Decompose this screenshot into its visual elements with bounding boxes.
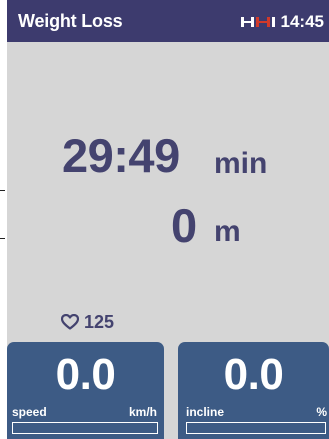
heart-rate-value: 125 [84, 311, 115, 332]
incline-value: 0.0 [223, 350, 284, 399]
distance-unit: m [214, 215, 241, 248]
speed-unit: km/h [128, 405, 157, 419]
speed-label: speed [12, 405, 47, 419]
edge-tick-bottom [0, 238, 5, 239]
incline-tile[interactable]: 0.0 incline % [178, 342, 329, 439]
elapsed-time-display: 29:49 min [7, 128, 329, 188]
heart-icon [61, 314, 79, 330]
speed-value: 0.0 [55, 350, 116, 399]
elapsed-time-unit: min [214, 147, 268, 180]
clock-time: 14:45 [280, 12, 324, 31]
distance-display: 0 m [7, 198, 329, 258]
program-title: Weight Loss [18, 11, 123, 31]
title-bar: Weight Loss 14:45 [7, 0, 329, 42]
display-panel: Weight Loss 14:45 29:49 min 0 m 125 0.0 … [7, 0, 329, 439]
edge-tick-top [0, 190, 5, 191]
status-area: 14:45 [240, 11, 324, 33]
heart-rate-display: 125 [61, 310, 114, 334]
distance-value: 0 [171, 199, 198, 252]
speed-level-bar [12, 422, 158, 434]
speed-tile[interactable]: 0.0 speed km/h [7, 342, 164, 439]
incline-label: incline [186, 405, 225, 419]
incline-level-bar [186, 422, 326, 434]
treadmill-connection-icon [240, 17, 275, 27]
treadmill-screen: Weight Loss 14:45 29:49 min 0 m 125 0.0 … [0, 0, 329, 439]
incline-unit: % [316, 405, 327, 419]
elapsed-time-value: 29:49 [62, 129, 180, 182]
